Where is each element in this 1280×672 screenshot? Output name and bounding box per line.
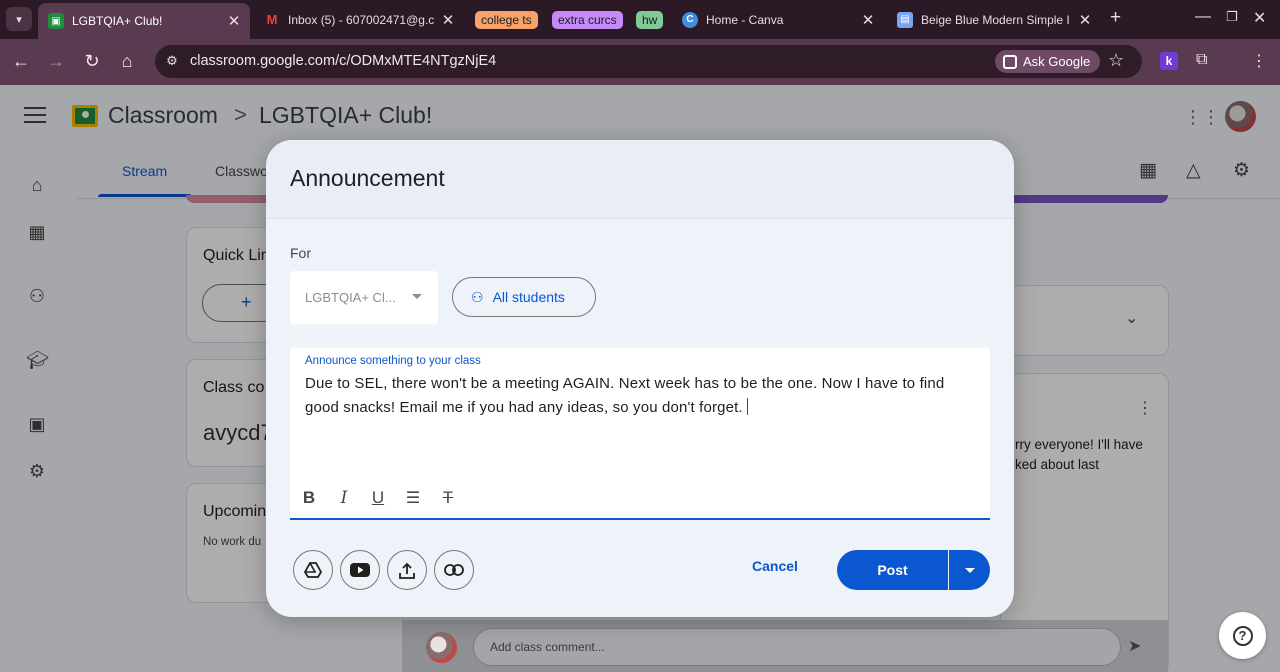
for-label: For (290, 245, 311, 261)
close-tab-icon[interactable]: ✕ (1075, 11, 1095, 29)
class-select[interactable]: LGBTQIA+ Cl... (290, 271, 438, 324)
tab-classroom[interactable]: ▣ LGBTQIA+ Club! ✕ (38, 3, 250, 39)
dialog-title: Announcement (290, 165, 445, 191)
dropdown-caret-icon (412, 294, 422, 299)
restore-icon[interactable]: ❐ (1226, 9, 1238, 25)
canva-icon: C (682, 11, 698, 28)
editor-label: Announce something to your class (305, 355, 481, 367)
browser-menu-icon[interactable]: ⋮ (1251, 51, 1267, 71)
announcement-text[interactable]: Due to SEL, there won't be a meeting AGA… (305, 372, 977, 420)
tab-group-hw[interactable]: hw (636, 11, 664, 29)
reload-icon[interactable]: ↻ (81, 51, 103, 72)
gmail-icon: M (266, 12, 278, 27)
post-button[interactable]: Post (837, 550, 948, 590)
cancel-button[interactable]: Cancel (752, 558, 798, 574)
bulleted-list-icon[interactable]: ☰ (402, 488, 424, 510)
youtube-icon (350, 563, 370, 577)
address-bar[interactable]: ⚙ classroom.google.com/c/ODMxMTE4NTgzNjE… (155, 45, 1142, 78)
extension-k-icon[interactable]: k (1160, 52, 1178, 70)
back-icon[interactable]: ← (10, 51, 32, 72)
comment-input[interactable]: Add class comment... (473, 628, 1121, 666)
tab-gmail[interactable]: M Inbox (5) - 607002471@g.c ✕ (254, 4, 464, 35)
upload-icon (399, 562, 415, 579)
bookmark-star-icon[interactable]: ☆ (1108, 50, 1124, 71)
home-icon[interactable]: ⌂ (116, 51, 138, 72)
close-window-icon[interactable]: ✕ (1253, 8, 1266, 28)
url-text[interactable]: classroom.google.com/c/ODMxMTE4NTgzNjE4 (190, 53, 496, 69)
new-tab-button[interactable]: + (1110, 7, 1121, 29)
extensions-puzzle-icon[interactable]: ⧉ (1196, 51, 1207, 69)
dialog-header: Announcement (266, 140, 1014, 219)
docs-icon: ▤ (897, 11, 913, 28)
announcement-editor[interactable]: Announce something to your class Due to … (290, 348, 990, 520)
italic-icon[interactable]: I (333, 488, 355, 510)
forward-icon[interactable]: → (45, 51, 67, 72)
close-tab-icon[interactable]: ✕ (438, 11, 458, 29)
classroom-icon: ▣ (48, 13, 64, 29)
link-icon (444, 564, 464, 576)
post-options-dropdown[interactable] (949, 550, 990, 590)
tab-docs[interactable]: ▤ Beige Blue Modern Simple I ✕ (887, 4, 1101, 35)
underline-icon[interactable]: U (367, 488, 389, 510)
announcement-dialog: Announcement For LGBTQIA+ Cl... ⚇ All st… (266, 140, 1014, 617)
avatar (426, 632, 457, 663)
text-caret (746, 398, 748, 415)
minimize-icon[interactable]: — (1195, 8, 1211, 26)
upload-attach-button[interactable] (387, 550, 427, 590)
ask-google-button[interactable]: Ask Google (995, 50, 1101, 73)
comment-row: Add class comment... ➤ (402, 620, 1168, 672)
help-icon: ? (1232, 625, 1253, 646)
drive-icon (304, 562, 322, 578)
drive-attach-button[interactable] (293, 550, 333, 590)
send-icon[interactable]: ➤ (1128, 636, 1141, 656)
all-students-button[interactable]: ⚇ All students (452, 277, 596, 317)
lens-icon (1003, 54, 1017, 69)
people-icon: ⚇ (471, 288, 484, 305)
tab-search-button[interactable]: ▾ (6, 7, 32, 31)
tab-canva[interactable]: C Home - Canva ✕ (672, 4, 884, 35)
youtube-attach-button[interactable] (340, 550, 380, 590)
help-button[interactable]: ? (1219, 612, 1266, 659)
browser-toolbar: ← → ↻ ⌂ ⚙ classroom.google.com/c/ODMxMTE… (0, 39, 1280, 85)
close-tab-icon[interactable]: ✕ (224, 12, 244, 30)
tab-group-college[interactable]: college ts (475, 11, 538, 29)
link-attach-button[interactable] (434, 550, 474, 590)
close-tab-icon[interactable]: ✕ (858, 11, 878, 29)
bold-icon[interactable]: B (298, 488, 320, 510)
tab-group-extra[interactable]: extra curcs (552, 11, 623, 29)
tab-strip: ▾ ▣ LGBTQIA+ Club! ✕ M Inbox (5) - 60700… (0, 0, 1280, 39)
clear-formatting-icon[interactable]: T (437, 488, 459, 510)
site-info-icon[interactable]: ⚙ (163, 53, 181, 71)
